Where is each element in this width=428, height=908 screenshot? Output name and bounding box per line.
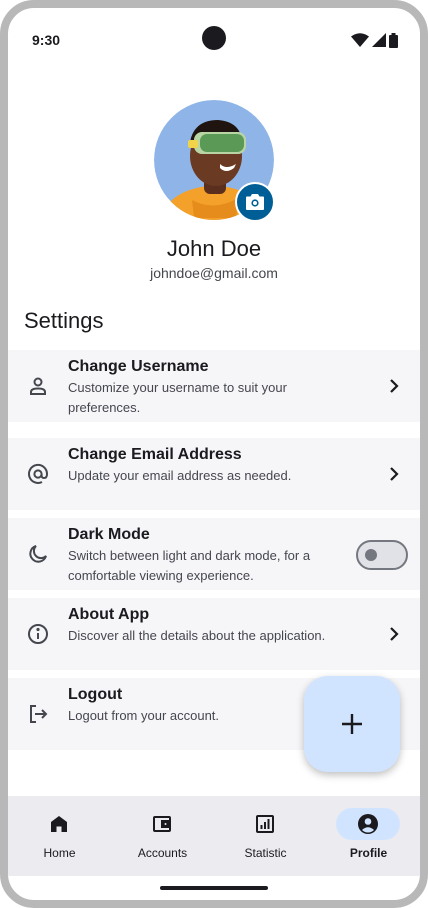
setting-description: Update your email address as needed. <box>68 468 292 483</box>
plus-icon <box>342 714 362 734</box>
account-circle-icon <box>358 814 378 834</box>
statistic-icon <box>256 815 274 833</box>
status-bar: 9:30 <box>8 8 420 74</box>
nav-indicator <box>27 808 91 840</box>
signal-icon <box>372 33 386 47</box>
setting-title: About App <box>68 606 150 623</box>
setting-change-email[interactable]: Change Email Address Update your email a… <box>8 438 420 510</box>
camera-icon <box>246 194 264 210</box>
setting-description: Customize your username to suit your pre… <box>68 380 287 415</box>
user-email: johndoe@gmail.com <box>150 265 278 281</box>
nav-label: Accounts <box>137 846 188 860</box>
setting-description: Logout from your account. <box>68 708 220 723</box>
setting-title: Dark Mode <box>68 526 150 543</box>
at-sign-icon <box>26 462 50 486</box>
avatar-container <box>154 100 275 222</box>
setting-description: Discover all the details about the appli… <box>68 628 326 643</box>
add-fab-button[interactable] <box>304 676 400 772</box>
battery-icon <box>389 32 398 48</box>
nav-indicator <box>233 808 297 840</box>
nav-item-statistic[interactable]: Statistic <box>214 796 317 876</box>
chevron-right-icon <box>384 464 404 484</box>
chevron-right-icon <box>384 624 404 644</box>
toggle-knob <box>365 549 377 561</box>
camera-cutout <box>202 26 226 50</box>
setting-about-app[interactable]: About App Discover all the details about… <box>8 598 420 670</box>
status-icons <box>351 32 398 48</box>
home-icon <box>51 816 67 832</box>
bottom-navigation: Home Accounts Statistic Profile <box>8 796 420 876</box>
settings-heading: Settings <box>24 308 104 333</box>
setting-title: Change Email Address <box>68 446 242 463</box>
dark-mode-toggle[interactable] <box>356 540 408 570</box>
nav-label: Statistic <box>244 846 287 860</box>
setting-dark-mode: Dark Mode Switch between light and dark … <box>8 518 420 590</box>
home-indicator <box>160 886 268 890</box>
person-icon <box>26 374 50 398</box>
logout-icon <box>26 702 50 726</box>
wifi-icon <box>351 33 369 47</box>
info-icon <box>26 622 50 646</box>
moon-icon <box>26 542 50 566</box>
nav-item-home[interactable]: Home <box>8 796 111 876</box>
setting-description: Switch between light and dark mode, for … <box>68 548 311 583</box>
setting-change-username[interactable]: Change Username Customize your username … <box>8 350 420 422</box>
setting-title: Logout <box>68 686 123 703</box>
change-photo-button[interactable] <box>235 182 275 222</box>
nav-item-profile[interactable]: Profile <box>317 796 420 876</box>
user-name: John Doe <box>166 236 262 261</box>
nav-item-accounts[interactable]: Accounts <box>111 796 214 876</box>
nav-indicator <box>130 808 194 840</box>
chevron-right-icon <box>384 376 404 396</box>
nav-label: Home <box>43 846 76 860</box>
phone-frame: 9:30 John Doe johndoe@gmail.com Settings… <box>0 0 428 908</box>
status-time: 9:30 <box>32 32 61 48</box>
nav-label: Profile <box>349 846 388 860</box>
nav-indicator <box>336 808 400 840</box>
wallet-icon <box>153 816 171 832</box>
setting-title: Change Username <box>68 358 209 375</box>
